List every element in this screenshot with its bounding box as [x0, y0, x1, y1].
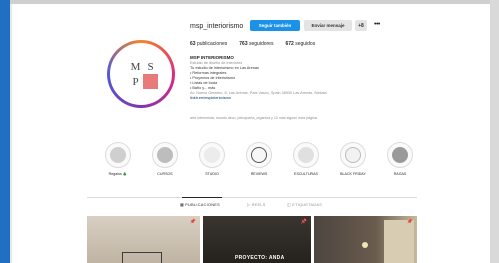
highlight-circle[interactable] [105, 142, 131, 168]
highlight-circle[interactable] [387, 142, 413, 168]
post-thumbnail[interactable]: 📌 [87, 216, 200, 263]
suggest-accounts-button[interactable]: +8 [355, 20, 367, 31]
bio-text: Estudio de diseño de interiores Tu estud… [190, 61, 390, 101]
pin-icon: 📌 [406, 219, 413, 225]
follow-button[interactable]: Seguir también [250, 20, 300, 31]
story-ring[interactable]: M S P [107, 40, 175, 108]
highlight-thumbnail [157, 147, 173, 163]
highlight-label: ESCULTURAS [294, 172, 318, 176]
profile-page: M S P msp_interiorismo Seguir también En… [12, 4, 490, 263]
highlight-thumbnail [345, 147, 361, 163]
window-edge [0, 0, 10, 263]
highlight-item[interactable]: BLACK FRIDAY [333, 142, 373, 176]
more-options-icon[interactable]: ••• [374, 21, 380, 28]
post-thumbnail[interactable]: PROYECTO: ANDA 📌 [203, 216, 311, 263]
active-tab-indicator [182, 197, 222, 198]
highlight-label: RAGAS [393, 172, 407, 176]
highlight-circle[interactable] [293, 142, 319, 168]
highlight-item[interactable]: REVIEWS [239, 142, 279, 176]
highlight-circle[interactable] [152, 142, 178, 168]
highlight-thumbnail [110, 147, 126, 163]
highlight-label: REVIEWS [250, 172, 268, 176]
highlight-circle[interactable] [199, 142, 225, 168]
highlight-label: Regalos 🎄 [108, 172, 128, 176]
tab-reels[interactable]: ▷ REELS [247, 202, 266, 207]
bio-link[interactable]: linktr.ee/mspinteriorismo [190, 96, 390, 101]
highlight-thumbnail [204, 147, 220, 163]
logo-letter: M [130, 60, 141, 73]
followers-count[interactable]: 763 seguidores [239, 41, 273, 47]
pin-icon: 📌 [189, 219, 196, 225]
post-caption: PROYECTO: ANDA [235, 255, 285, 261]
post-image-detail [384, 220, 414, 263]
post-image-detail [362, 242, 368, 248]
highlight-thumbnail [298, 147, 314, 163]
posts-count[interactable]: 63 publicaciones [190, 41, 227, 47]
browser-frame: M S P msp_interiorismo Seguir también En… [0, 0, 499, 263]
post-thumbnail[interactable]: 📌 [314, 216, 417, 263]
pin-icon: 📌 [300, 219, 307, 225]
tabs-divider [87, 197, 417, 198]
highlight-thumbnail [392, 147, 408, 163]
highlight-label: CURSOS [157, 172, 173, 176]
post-image-detail [122, 252, 162, 263]
highlight-item[interactable]: Regalos 🎄 [98, 142, 138, 176]
profile-stats: 63 publicaciones 763 seguidores 672 segu… [190, 41, 315, 47]
highlight-label: STUDIO [205, 172, 219, 176]
highlight-thumbnail [251, 147, 267, 163]
tab-posts[interactable]: ▦ PUBLICACIONES [180, 202, 220, 207]
highlight-label: BLACK FRIDAY [340, 172, 366, 176]
tab-tagged[interactable]: ◫ ETIQUETADAS [287, 202, 322, 207]
brand-logo: M S P [128, 59, 158, 89]
highlight-item[interactable]: ESCULTURAS [286, 142, 326, 176]
highlight-item[interactable]: CURSOS [145, 142, 185, 176]
highlight-circle[interactable] [246, 142, 272, 168]
avatar[interactable]: M S P [110, 43, 172, 105]
highlight-circle[interactable] [340, 142, 366, 168]
logo-letter: P [132, 75, 139, 88]
logo-letter: S [147, 60, 154, 73]
bio-name: MSP INTERIORISMO [190, 55, 234, 60]
message-button[interactable]: Enviar mensaje [304, 20, 352, 31]
followed-by-text[interactable]: arte.interiorista, mundo.deco, peluqueri… [190, 116, 317, 120]
highlight-item[interactable]: RAGAS [380, 142, 420, 176]
scrollbar[interactable] [490, 0, 499, 263]
profile-username: msp_interiorismo [190, 23, 244, 30]
logo-red-square [143, 74, 158, 89]
following-count[interactable]: 672 seguidos [285, 41, 315, 47]
highlight-item[interactable]: STUDIO [192, 142, 232, 176]
